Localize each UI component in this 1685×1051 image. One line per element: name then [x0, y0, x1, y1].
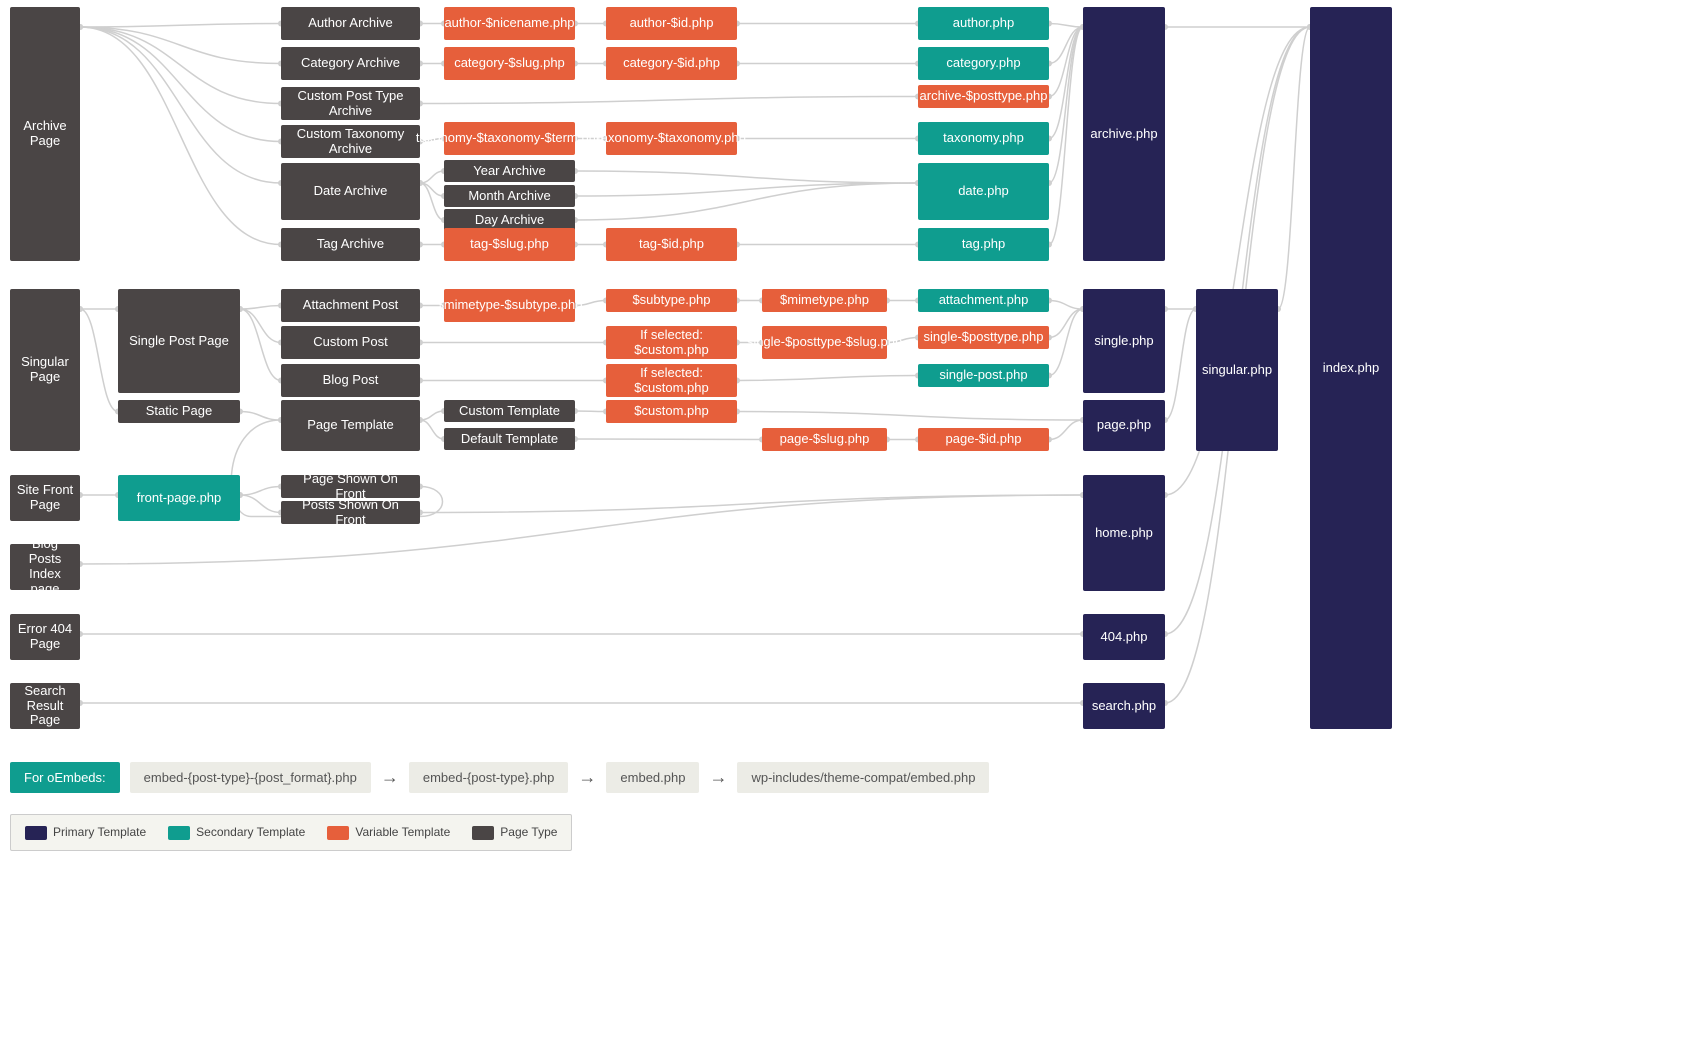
- node-subtype: $subtype.php: [606, 289, 737, 312]
- legend-secondary: Secondary Template: [168, 825, 305, 840]
- node-if-selected-2: If selected: $custom.php: [606, 364, 737, 397]
- node-home-php: home.php: [1083, 475, 1165, 591]
- node-front-page-php: front-page.php: [118, 475, 240, 521]
- node-error-404-page: Error 404 Page: [10, 614, 80, 660]
- node-page-slug: page-$slug.php: [762, 428, 887, 451]
- node-author-archive: Author Archive: [281, 7, 420, 40]
- node-tag-php: tag.php: [918, 228, 1049, 261]
- arrow-right-icon: →: [578, 767, 596, 788]
- node-custom-post: Custom Post: [281, 326, 420, 359]
- node-mimetype-subtype: $mimetype-$subtype.php: [444, 289, 575, 322]
- node-tag-archive: Tag Archive: [281, 228, 420, 261]
- node-archive-posttype: archive-$posttype.php: [918, 85, 1049, 108]
- node-404-php: 404.php: [1083, 614, 1165, 660]
- legend-variable: Variable Template: [327, 825, 450, 840]
- node-custom-template: Custom Template: [444, 400, 575, 422]
- node-page-php: page.php: [1083, 400, 1165, 451]
- node-single-posttype-slug: single-$posttype-$slug.php: [762, 326, 887, 359]
- node-page-id: page-$id.php: [918, 428, 1049, 451]
- node-date-php: date.php: [918, 163, 1049, 220]
- legend: Primary Template Secondary Template Vari…: [10, 814, 572, 851]
- node-tag-id: tag-$id.php: [606, 228, 737, 261]
- node-archive-php: archive.php: [1083, 7, 1165, 261]
- node-taxonomy-tax: taxonomy-$taxonomy.php: [606, 122, 737, 155]
- node-taxonomy-php: taxonomy.php: [918, 122, 1049, 155]
- node-custom-php: $custom.php: [606, 400, 737, 423]
- node-single-post-page: Single Post Page: [118, 289, 240, 393]
- legend-primary: Primary Template: [25, 825, 146, 840]
- node-author-id: author-$id.php: [606, 7, 737, 40]
- node-static-page: Static Page: [118, 400, 240, 423]
- node-cpt-archive: Custom Post Type Archive: [281, 87, 420, 120]
- node-author-php: author.php: [918, 7, 1049, 40]
- node-category-php: category.php: [918, 47, 1049, 80]
- node-archive-page: Archive Page: [10, 7, 80, 261]
- oembed-label: For oEmbeds:: [10, 762, 120, 793]
- legend-pagetype: Page Type: [472, 825, 557, 840]
- node-single-post-php: single-post.php: [918, 364, 1049, 387]
- node-custom-tax-archive: Custom Taxonomy Archive: [281, 125, 420, 158]
- node-single-php: single.php: [1083, 289, 1165, 393]
- node-year-archive: Year Archive: [444, 160, 575, 182]
- node-blog-post: Blog Post: [281, 364, 420, 397]
- node-page-shown-on-front: Page Shown On Front: [281, 475, 420, 498]
- node-search-php: search.php: [1083, 683, 1165, 729]
- node-tag-slug: tag-$slug.php: [444, 228, 575, 261]
- node-single-posttype: single-$posttype.php: [918, 326, 1049, 349]
- connector-lines: [0, 0, 1685, 1051]
- node-mimetype: $mimetype.php: [762, 289, 887, 312]
- oembed-step-2: embed.php: [606, 762, 699, 793]
- arrow-right-icon: →: [381, 767, 399, 788]
- oembed-step-1: embed-{post-type}.php: [409, 762, 569, 793]
- node-site-front-page: Site Front Page: [10, 475, 80, 521]
- node-posts-shown-on-front: Posts Shown On Front: [281, 501, 420, 524]
- node-index-php: index.php: [1310, 7, 1392, 729]
- node-default-template: Default Template: [444, 428, 575, 450]
- node-page-template: Page Template: [281, 400, 420, 451]
- node-blog-posts-index-page: Blog Posts Index page: [10, 544, 80, 590]
- node-category-archive: Category Archive: [281, 47, 420, 80]
- node-attachment-php: attachment.php: [918, 289, 1049, 312]
- node-category-slug: category-$slug.php: [444, 47, 575, 80]
- node-if-selected-1: If selected: $custom.php: [606, 326, 737, 359]
- node-attachment-post: Attachment Post: [281, 289, 420, 322]
- oembed-step-0: embed-{post-type}-{post_format}.php: [130, 762, 371, 793]
- arrow-right-icon: →: [709, 767, 727, 788]
- node-author-nicename: author-$nicename.php: [444, 7, 575, 40]
- node-taxonomy-term: taxonomy-$taxonomy-$term.php: [444, 122, 575, 155]
- node-singular-php: singular.php: [1196, 289, 1278, 451]
- node-month-archive: Month Archive: [444, 185, 575, 207]
- node-date-archive: Date Archive: [281, 163, 420, 220]
- oembed-row: For oEmbeds: embed-{post-type}-{post_for…: [10, 762, 989, 793]
- node-search-result-page: Search Result Page: [10, 683, 80, 729]
- node-singular-page: Singular Page: [10, 289, 80, 451]
- node-category-id: category-$id.php: [606, 47, 737, 80]
- oembed-step-3: wp-includes/theme-compat/embed.php: [737, 762, 989, 793]
- template-hierarchy-diagram: For oEmbeds: embed-{post-type}-{post_for…: [0, 0, 1685, 1051]
